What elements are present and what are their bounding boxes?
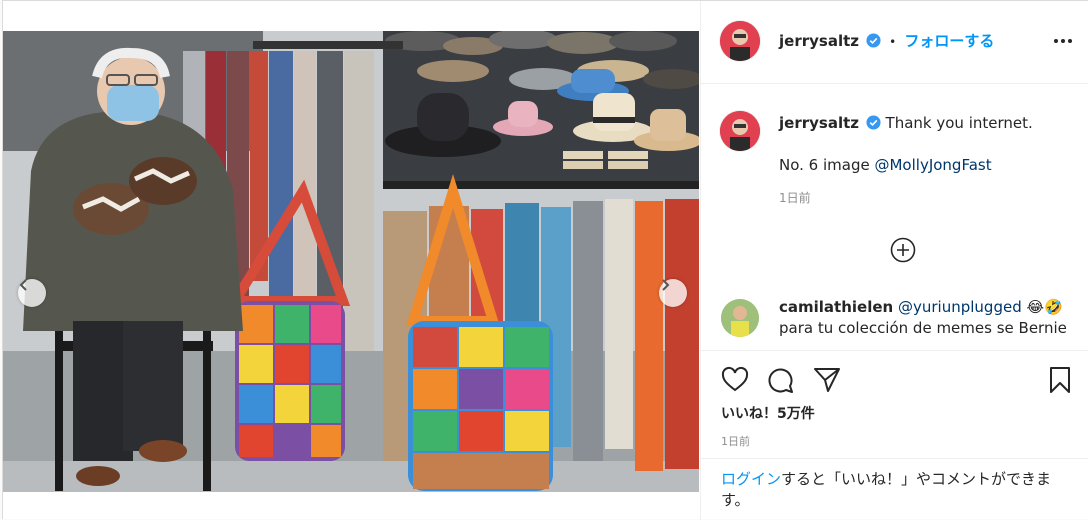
action-bar: いいね！5万件 1日前 — [701, 350, 1088, 459]
caption: jerrysaltz Thank you internet. No. 6 ima… — [779, 113, 1079, 206]
post-side-panel: jerrysaltz • フォローする jerrysaltz Thank you… — [700, 1, 1088, 520]
caption-prefix: No. 6 image — [779, 156, 875, 174]
caption-text: Thank you internet. — [885, 114, 1033, 132]
instagram-post: jerrysaltz • フォローする jerrysaltz Thank you… — [2, 0, 1088, 520]
bookmark-icon[interactable] — [1046, 366, 1074, 394]
more-dot — [1061, 39, 1065, 43]
commenter-username[interactable]: camilathielen — [779, 298, 893, 316]
verified-badge-icon — [866, 33, 881, 48]
caption-mention-link[interactable]: @MollyJongFast — [874, 156, 991, 174]
previous-image-button[interactable] — [18, 279, 46, 307]
caption-line-1: jerrysaltz Thank you internet. — [779, 113, 1079, 133]
login-link[interactable]: ログイン — [721, 470, 781, 488]
comment-body: camilathielen @yuriunplugged 😂🤣 para tu … — [779, 297, 1079, 339]
street-market-illustration — [3, 31, 699, 492]
post-header: jerrysaltz • フォローする — [701, 1, 1088, 84]
caption-username[interactable]: jerrysaltz — [779, 114, 859, 132]
separator-dot: • — [889, 35, 897, 49]
verified-badge-icon — [866, 115, 881, 130]
comment-text: para tu colección de memes se Bernie — [779, 319, 1067, 337]
load-more-comments-icon[interactable] — [890, 237, 916, 263]
username-link[interactable]: jerrysaltz — [779, 32, 859, 50]
profile-picture — [721, 299, 759, 337]
post-image[interactable] — [3, 31, 699, 492]
login-prompt: ログインすると「いいね！」やコメントができます。 — [721, 469, 1071, 511]
header-user-line: jerrysaltz • フォローする — [779, 30, 994, 51]
commenter-avatar[interactable] — [721, 299, 759, 337]
profile-picture — [720, 111, 760, 151]
caption-line-2: No. 6 image @MollyJongFast — [779, 155, 1079, 175]
caption-avatar[interactable] — [720, 111, 760, 151]
profile-picture — [720, 21, 760, 61]
chevron-left-icon — [19, 279, 27, 291]
chevron-right-icon — [662, 279, 670, 291]
follow-button[interactable]: フォローする — [904, 32, 994, 50]
more-options-button[interactable] — [1051, 31, 1075, 51]
like-count[interactable]: いいね！5万件 — [721, 403, 815, 423]
comment-emoji: 😂🤣 — [1026, 298, 1063, 316]
share-icon[interactable] — [813, 366, 841, 394]
heart-icon[interactable] — [721, 366, 749, 394]
post-date: 1日前 — [721, 435, 750, 448]
comment-icon[interactable] — [767, 366, 795, 394]
next-image-button[interactable] — [659, 279, 687, 307]
more-dot — [1068, 39, 1072, 43]
more-dot — [1054, 39, 1058, 43]
avatar[interactable] — [720, 21, 760, 61]
comment-mention-link[interactable]: @yuriunplugged — [898, 298, 1022, 316]
caption-timestamp: 1日前 — [779, 191, 811, 205]
